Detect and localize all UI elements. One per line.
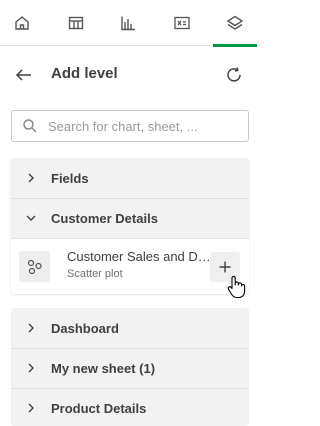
section-dashboard[interactable]: Dashboard [11,308,249,348]
panel-header: Add level [0,50,260,100]
section-label: My new sheet (1) [51,360,156,376]
page-title: Add level [51,65,118,82]
scatter-plot-icon [19,251,50,282]
search-box [11,110,249,142]
tab-variables[interactable] [160,0,204,46]
section-my-new-sheet[interactable]: My new sheet (1) [11,348,249,388]
variable-icon [174,16,190,30]
search-input[interactable] [48,118,244,134]
section-label: Product Details [51,400,147,416]
chevron-right-icon [11,158,51,198]
section-product-details[interactable]: Product Details [11,388,249,426]
section-label: Dashboard [51,320,119,336]
tab-layers[interactable] [213,0,257,47]
section-fields[interactable]: Fields [11,158,249,198]
section-customer-details[interactable]: Customer Details [11,198,249,238]
section-label: Customer Details [51,210,158,226]
chart-icon [121,16,135,31]
item-title: Customer Sales and Discount [67,249,213,264]
refresh-icon [227,67,241,82]
home-icon [15,16,29,30]
tab-chart[interactable] [106,0,150,46]
sections-panel-top: Fields Customer Details Customer Sales a… [11,158,249,294]
sections-panel-bottom: Dashboard My new sheet (1) Product Detai… [11,308,249,426]
chevron-down-icon [11,198,51,238]
section-label: Fields [51,170,89,186]
tab-table[interactable] [54,0,98,46]
refresh-button[interactable] [220,62,248,88]
tab-home[interactable] [0,0,44,46]
back-button[interactable] [10,62,38,88]
search-icon [12,111,48,141]
list-item[interactable]: Customer Sales and Discount Scatter plot [11,238,249,294]
arrow-left-icon [15,69,31,81]
layers-icon [226,15,244,30]
chevron-right-icon [11,308,51,348]
chevron-right-icon [11,388,51,426]
plus-icon [219,261,231,273]
tab-bar [0,0,260,47]
item-subtitle: Scatter plot [67,268,123,280]
table-icon [68,16,84,30]
add-button[interactable] [210,252,240,282]
chevron-right-icon [11,348,51,388]
